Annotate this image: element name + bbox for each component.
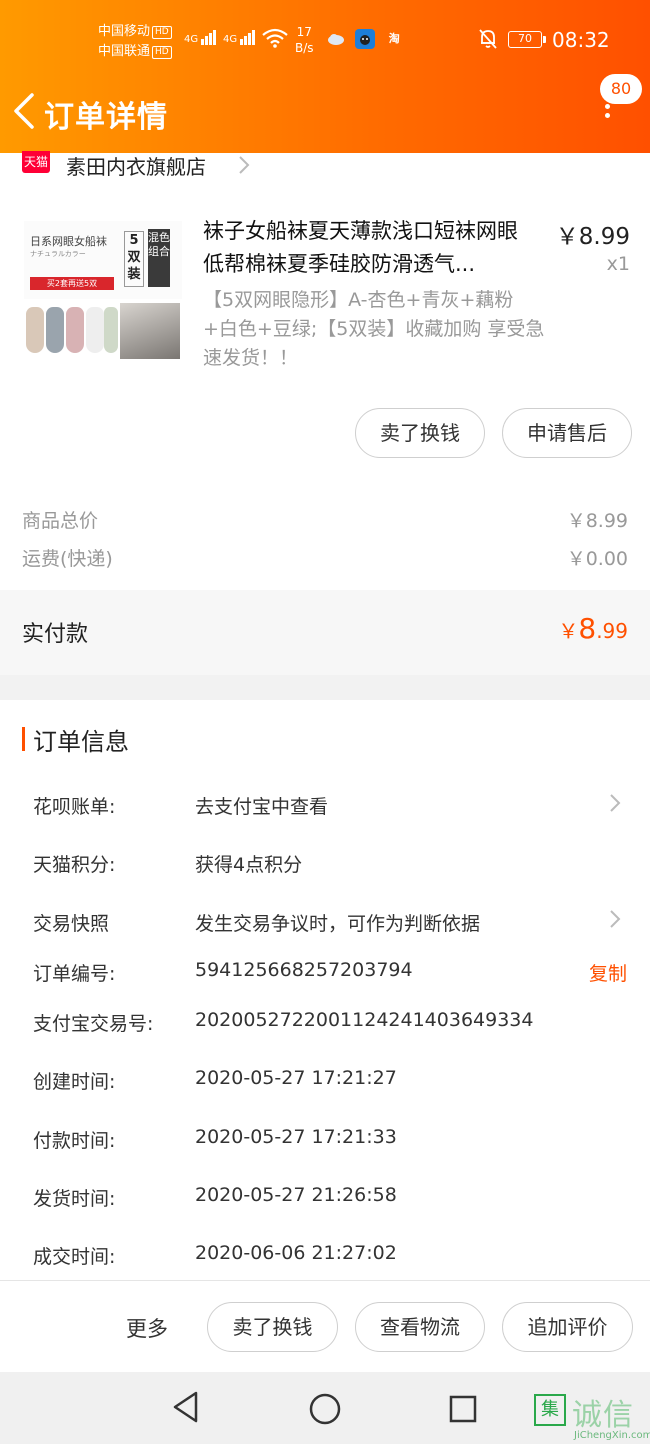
hd-badge: HD [152, 46, 172, 59]
snapshot-value[interactable]: 发生交易争议时，可作为判断依据 [195, 909, 480, 936]
sell-button[interactable]: 卖了换钱 [355, 408, 485, 458]
watermark-url: JiChengXin.com [574, 1430, 650, 1441]
carrier-2: 中国联通 [98, 44, 151, 59]
more-button[interactable]: 更多 [126, 1313, 168, 1343]
weather-icon [326, 29, 346, 49]
clock: 08:32 [552, 28, 610, 52]
watermark-mark: 集 [534, 1394, 566, 1426]
huabei-value[interactable]: 去支付宝中查看 [195, 792, 328, 819]
product-spec: 【5双网眼隐形】A-杏色+青灰+藕粉+白色+豆绿;【5双装】收藏加购 享受急速发… [203, 289, 545, 369]
status-bar: 中国移动 HD 中国联通 HD 4G 4G 17 B/s 淘 70 08:32 [0, 18, 650, 68]
bell-muted-icon [479, 29, 497, 49]
shop-name[interactable]: 素田内衣旗舰店 [66, 151, 206, 180]
copy-button[interactable]: 复制 [589, 959, 627, 986]
created-time-value: 2020-05-27 17:21:27 [195, 1067, 397, 1089]
completed-time-value: 2020-06-06 21:27:02 [195, 1242, 397, 1264]
thumb-mix-label: 混色组合 [148, 229, 170, 287]
paid-time-label: 付款时间: [33, 1130, 116, 1152]
bottom-action-bar: 更多 卖了换钱 查看物流 追加评价 [0, 1280, 650, 1372]
watermark-logo: 集 诚信 JiChengXin.com [534, 1390, 650, 1444]
product-thumbnail[interactable]: 日系网眼女船袜 ナチュラルカラー 买2套再送5双 5双装 混色组合 [24, 221, 182, 371]
paid-label: 实付款 [22, 622, 89, 647]
points-label: 天猫积分: [33, 854, 116, 876]
system-nav-bar: 集 诚信 JiChengXin.com [0, 1372, 650, 1444]
view-logistics-button[interactable]: 查看物流 [355, 1302, 485, 1352]
price-summary: 商品总价 ￥8.99 运费(快递) ￥0.00 实付款 ￥8.99 [0, 490, 650, 675]
tmall-badge: 天猫 [22, 151, 50, 173]
sock-image [46, 307, 64, 353]
recents-square-icon[interactable] [448, 1394, 478, 1424]
back-triangle-icon[interactable] [170, 1390, 202, 1424]
shipped-time-label: 发货时间: [33, 1188, 116, 1210]
notification-icons: 淘 [326, 28, 408, 49]
chevron-right-icon[interactable] [608, 792, 622, 814]
chevron-left-icon[interactable] [10, 91, 40, 131]
paid-time-value: 2020-05-27 17:21:33 [195, 1126, 397, 1148]
created-time-label: 创建时间: [33, 1071, 116, 1093]
hd-badge: HD [152, 26, 172, 39]
sock-image [86, 307, 104, 353]
wifi-icon [262, 28, 288, 48]
shoe-image [120, 303, 180, 359]
product-card: 天猫 素田内衣旗舰店 日系网眼女船袜 ナチュラルカラー 买2套再送5双 5双装 … [0, 151, 650, 490]
carrier-info: 中国移动 HD 中国联通 HD [98, 22, 172, 62]
battery-icon: 70 [508, 31, 546, 48]
signal-1-icon: 4G [184, 30, 217, 45]
paid-row: 实付款 ￥8.99 [0, 590, 650, 675]
huabei-label: 花呗账单: [33, 796, 116, 818]
network-type-1: 4G [184, 34, 199, 45]
product-title[interactable]: 袜子女船袜夏天薄款浅口短袜网眼低帮棉袜夏季硅胶防滑透气... [203, 215, 538, 281]
chevron-right-icon [239, 156, 250, 174]
watermark-text: 诚信 [572, 1398, 634, 1433]
network-type-2: 4G [223, 34, 238, 45]
page-title: 订单详情 [44, 100, 168, 135]
shipped-time-value: 2020-05-27 21:26:58 [195, 1184, 397, 1206]
goods-total-value: ￥8.99 [566, 510, 628, 532]
thumb-subtitle: ナチュラルカラー [30, 250, 86, 258]
thumb-pack: 5双装 [124, 231, 144, 287]
snapshot-label: 交易快照 [33, 913, 110, 935]
more-vertical-icon[interactable] [602, 104, 612, 128]
order-number-value: 594125668257203794 [195, 959, 413, 981]
order-info-title: 订单信息 [33, 728, 129, 756]
product-price: ￥8.99 [555, 224, 630, 250]
order-info-card: 订单信息 花呗账单: 去支付宝中查看 天猫积分: 获得4点积分 交易快照 发生交… [0, 700, 650, 1280]
chevron-right-icon[interactable] [608, 908, 622, 930]
sell-button[interactable]: 卖了换钱 [207, 1302, 338, 1352]
net-speed: 17 B/s [295, 25, 314, 55]
app-notification-icon [355, 28, 376, 49]
thumb-promo: 买2套再送5双 [30, 277, 114, 290]
alipay-trade-value: 2020052722001124241403649334 [195, 1009, 534, 1031]
completed-time-label: 成交时间: [33, 1246, 116, 1268]
taobao-icon: 淘 [388, 31, 400, 45]
after-sales-button[interactable]: 申请售后 [502, 408, 632, 458]
alipay-trade-label: 支付宝交易号: [33, 1013, 154, 1035]
order-number-label: 订单编号: [33, 963, 116, 985]
title-bar: 订单详情 [0, 85, 650, 145]
product-quantity: x1 [606, 253, 630, 275]
goods-total-label: 商品总价 [22, 510, 99, 532]
shipping-label: 运费(快递) [22, 548, 113, 570]
signal-2-icon: 4G [223, 30, 256, 45]
app-header: 中国移动 HD 中国联通 HD 4G 4G 17 B/s 淘 70 08:32 … [0, 0, 650, 153]
section-accent-bar [22, 727, 25, 751]
home-circle-icon[interactable] [308, 1392, 342, 1426]
sock-image [104, 307, 118, 353]
paid-amount: ￥8.99 [558, 612, 628, 645]
add-review-button[interactable]: 追加评价 [502, 1302, 633, 1352]
thumb-title: 日系网眼女船袜 [30, 235, 107, 248]
message-count-badge[interactable]: 80 [600, 74, 642, 104]
sock-image [66, 307, 84, 353]
carrier-1: 中国移动 [98, 24, 151, 39]
points-value: 获得4点积分 [195, 854, 303, 876]
sock-image [26, 307, 44, 353]
shipping-value: ￥0.00 [566, 548, 628, 570]
